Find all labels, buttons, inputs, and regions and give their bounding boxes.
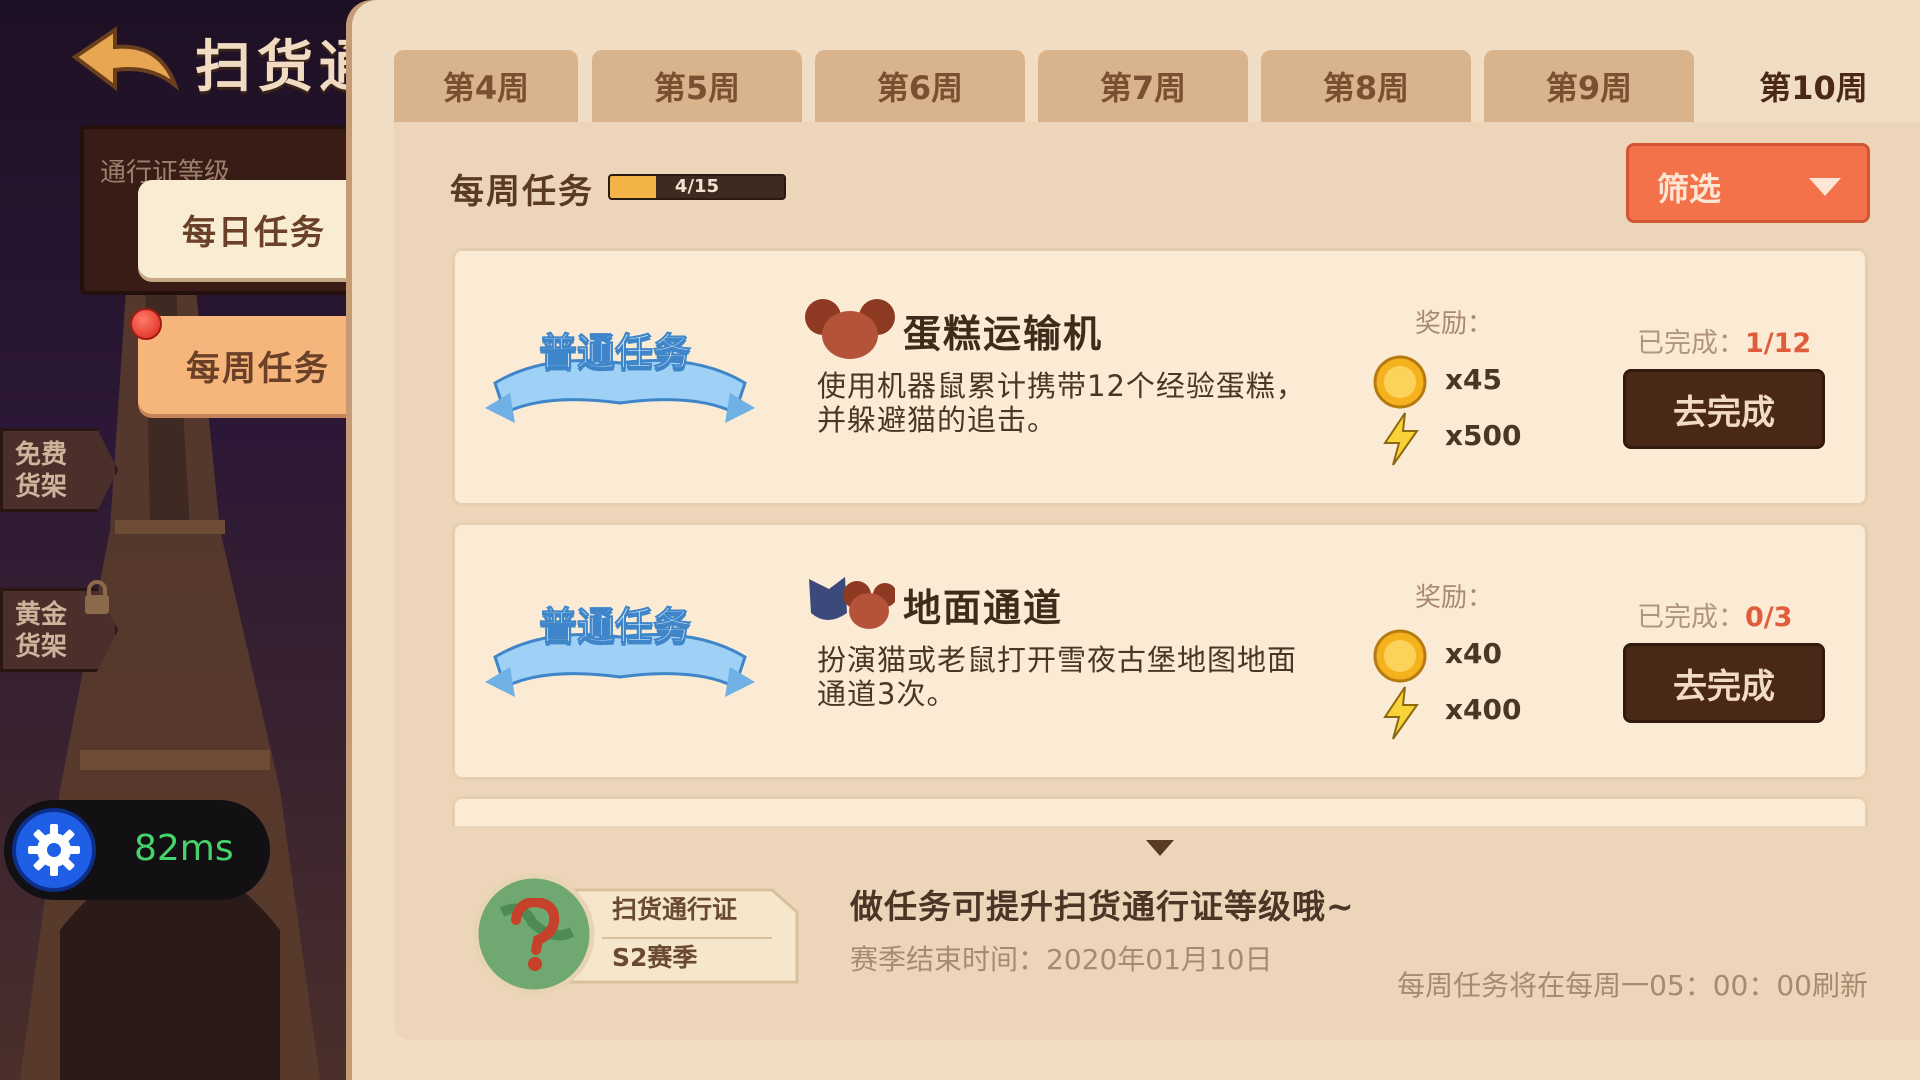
season-label: S2赛季	[612, 943, 698, 972]
reward-label: 奖励：	[1415, 583, 1494, 613]
completion-status: 已完成：1/12	[1637, 321, 1811, 360]
completion-value: 0/3	[1745, 602, 1793, 633]
lightning-icon	[1383, 412, 1419, 466]
coin-reward: x40	[1445, 637, 1503, 670]
task-card: 普通任务 地面通道 扮演猫或老鼠打开雪夜古堡地图地面通道3次。 奖励： x40 …	[452, 522, 1868, 780]
tab-weekly-tasks[interactable]: 每周任务	[138, 316, 378, 414]
task-description: 使用机器鼠累计携带12个经验蛋糕，并躲避猫的追击。	[817, 369, 1306, 437]
question-mark-icon	[511, 898, 560, 971]
free-shelf-sign[interactable]: 免费 货架	[0, 428, 118, 512]
pass-name-label: 扫货通行证	[612, 895, 738, 924]
scroll-down-icon[interactable]	[1146, 840, 1174, 856]
tab-week-4[interactable]: 第4周	[394, 50, 578, 122]
notification-dot	[130, 308, 162, 340]
back-arrow-icon[interactable]	[70, 25, 180, 95]
energy-reward: x500	[1445, 419, 1522, 452]
pass-level-hint: 做任务可提升扫货通行证等级哦~	[850, 887, 1355, 926]
weekly-progress-text: 4/15	[674, 176, 720, 197]
coin-reward: x45	[1445, 363, 1503, 396]
tab-week-8[interactable]: 第8周	[1261, 50, 1471, 122]
task-name: 蛋糕运输机	[903, 312, 1104, 356]
free-shelf-label: 免费 货架	[15, 440, 68, 502]
task-card-partial	[452, 796, 1868, 826]
chevron-down-icon	[1809, 178, 1841, 196]
completion-value: 1/12	[1745, 328, 1812, 359]
filter-label: 筛选	[1657, 170, 1722, 208]
season-end-time: 赛季结束时间：2020年01月10日	[850, 943, 1273, 976]
filter-dropdown[interactable]: 筛选	[1626, 143, 1870, 223]
task-name: 地面通道	[903, 586, 1064, 630]
tab-week-10[interactable]: 第10周	[1707, 50, 1920, 122]
energy-reward: x400	[1445, 693, 1522, 726]
task-description: 扮演猫或老鼠打开雪夜古堡地图地面通道3次。	[817, 643, 1298, 711]
tab-week-7[interactable]: 第7周	[1038, 50, 1248, 122]
lightning-icon	[1383, 686, 1419, 740]
tab-week-6[interactable]: 第6周	[815, 50, 1025, 122]
completion-status: 已完成：0/3	[1637, 595, 1792, 634]
completion-label: 已完成：	[1637, 602, 1745, 633]
reward-label: 奖励：	[1415, 309, 1494, 339]
completion-label: 已完成：	[1637, 328, 1745, 359]
gold-shelf-label: 黄金 货架	[15, 600, 68, 662]
task-type-label: 普通任务	[538, 604, 692, 649]
task-card: 普通任务 蛋糕运输机 使用机器鼠累计携带12个经验蛋糕，并躲避猫的追击。 奖励：…	[452, 248, 1868, 506]
go-complete-button[interactable]: 去完成	[1623, 643, 1825, 723]
weekly-tasks-heading: 每周任务	[450, 172, 594, 212]
gear-icon	[28, 824, 80, 876]
mouse-head-icon	[805, 299, 895, 359]
gold-coin-icon	[1373, 355, 1427, 409]
tab-week-5[interactable]: 第5周	[592, 50, 802, 122]
ping-value: 82ms	[134, 828, 234, 869]
lock-icon	[85, 580, 109, 614]
gold-coin-icon	[1373, 629, 1427, 683]
tab-daily-tasks[interactable]: 每日任务	[138, 180, 370, 278]
weekly-refresh-note: 每周任务将在每周一05：00：00刷新	[1397, 969, 1868, 1002]
cat-and-mouse-icon	[809, 577, 895, 629]
task-type-label: 普通任务	[538, 330, 692, 375]
tab-week-9[interactable]: 第9周	[1484, 50, 1694, 122]
go-complete-button[interactable]: 去完成	[1623, 369, 1825, 449]
settings-button[interactable]	[12, 808, 96, 892]
